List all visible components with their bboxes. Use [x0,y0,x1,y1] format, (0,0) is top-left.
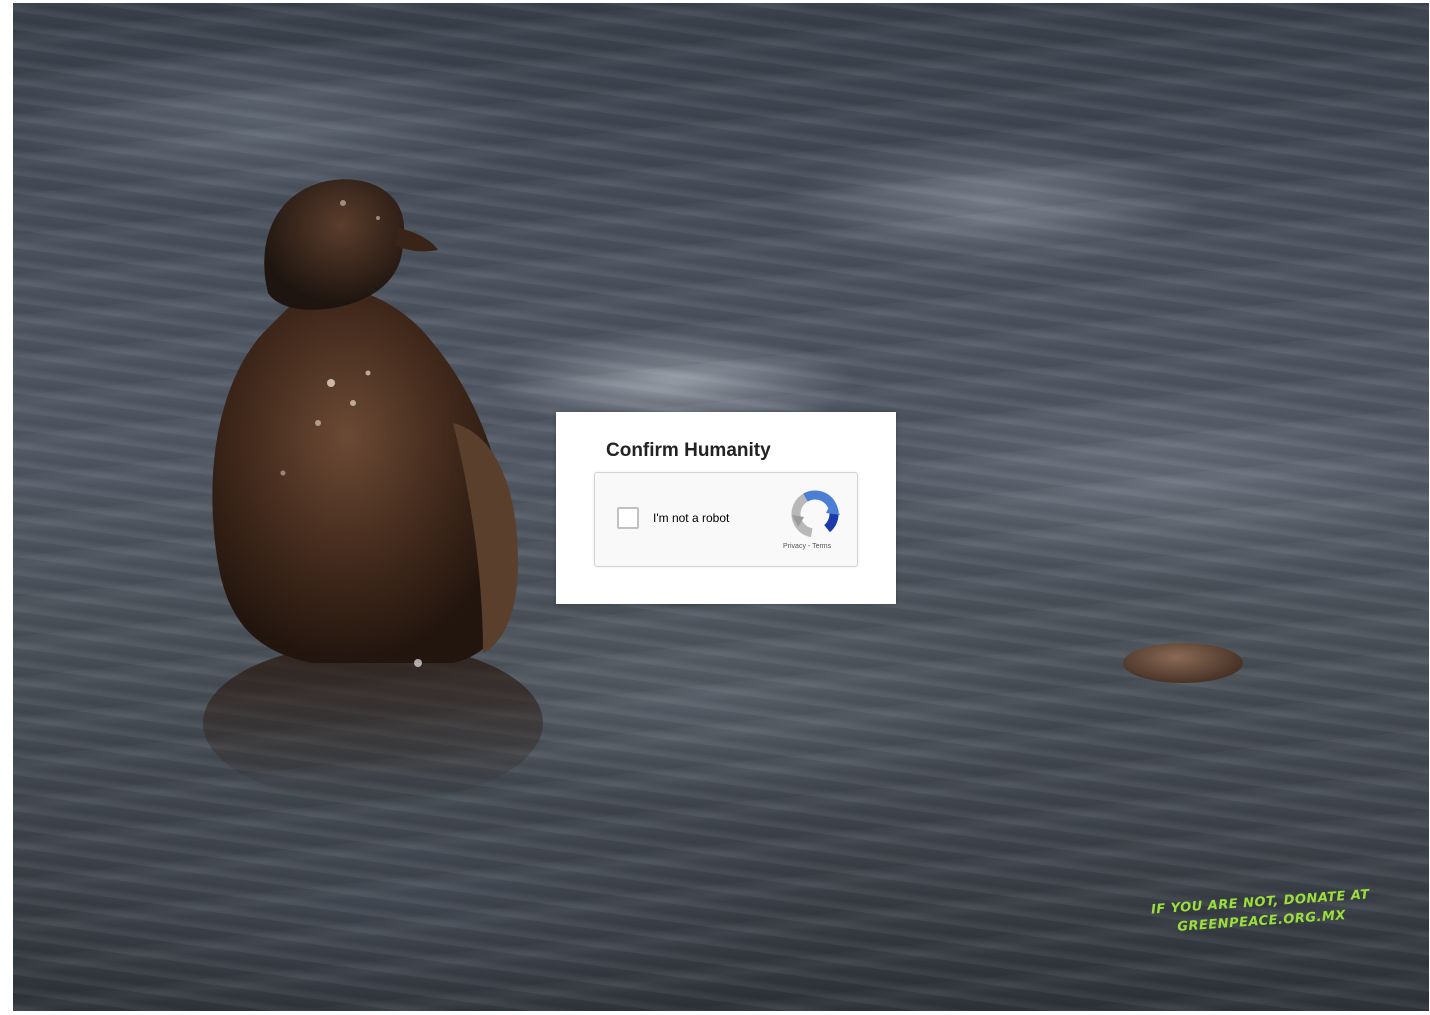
terms-link[interactable]: Terms [812,543,831,550]
not-a-robot-checkbox[interactable] [617,507,639,529]
privacy-link[interactable]: Privacy [783,543,806,550]
captcha-dialog: Confirm Humanity I'm not a robot Privacy… [556,412,896,604]
dialog-title: Confirm Humanity [606,440,771,461]
recaptcha-widget: I'm not a robot Privacy - Terms [594,472,858,567]
recaptcha-icon [791,490,840,538]
checkbox-label: I'm not a robot [653,511,730,525]
privacy-terms-links: Privacy - Terms [783,543,832,550]
